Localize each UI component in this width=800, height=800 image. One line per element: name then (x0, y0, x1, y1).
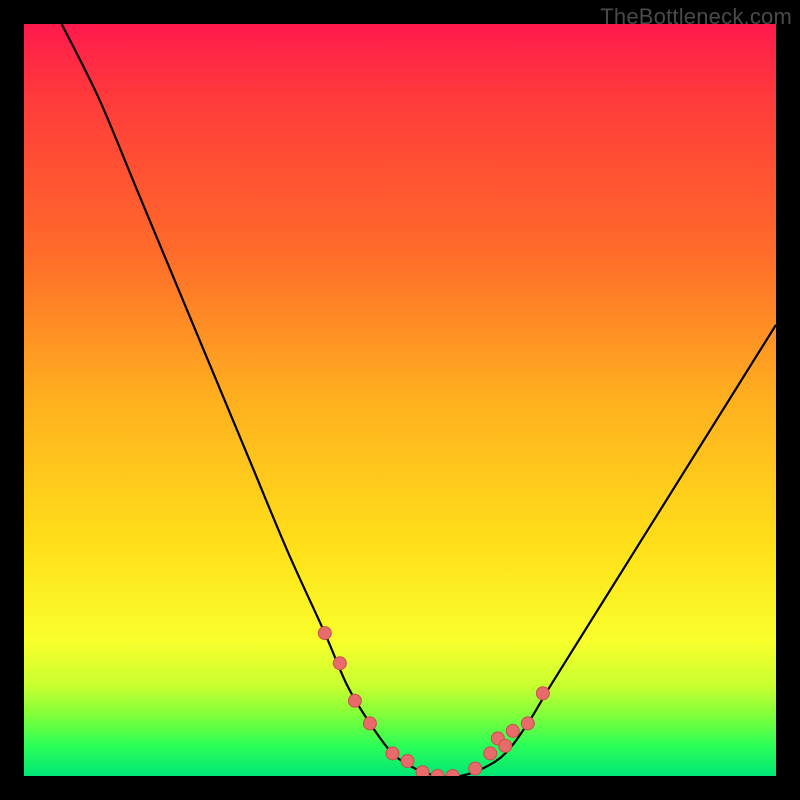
highlight-dot (333, 657, 346, 670)
highlight-dot (506, 724, 519, 737)
chart-frame: TheBottleneck.com (0, 0, 800, 800)
highlight-dot (446, 770, 459, 777)
highlight-dot (401, 755, 414, 768)
highlight-dot (363, 717, 376, 730)
highlight-dot (521, 717, 534, 730)
highlight-dot (536, 687, 549, 700)
highlight-dot (431, 770, 444, 777)
plot-area (24, 24, 776, 776)
highlight-dot (386, 747, 399, 760)
highlight-dot (499, 739, 512, 752)
highlight-dot (469, 762, 482, 775)
watermark-text: TheBottleneck.com (600, 4, 792, 30)
highlight-dot (416, 766, 429, 776)
highlight-dots (318, 627, 549, 776)
highlight-dot (348, 694, 361, 707)
chart-svg (24, 24, 776, 776)
bottleneck-curve (62, 24, 776, 776)
highlight-dot (318, 627, 331, 640)
highlight-dot (484, 747, 497, 760)
